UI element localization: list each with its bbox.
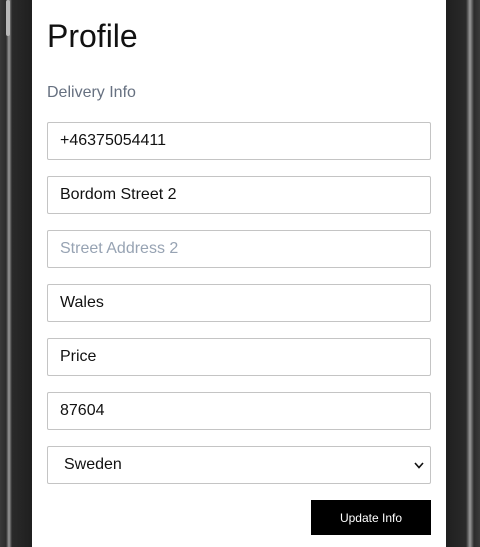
profile-panel: Profile Delivery Info Sweden Update Info [32, 0, 446, 547]
region-input[interactable] [47, 338, 431, 376]
phone-input[interactable] [47, 122, 431, 160]
app-window: Profile Delivery Info Sweden Update Info [0, 0, 480, 547]
city-input[interactable] [47, 284, 431, 322]
page-title: Profile [47, 18, 138, 54]
scrollbar-thumb[interactable] [6, 0, 10, 36]
update-info-button[interactable]: Update Info [311, 500, 431, 535]
left-frame [0, 0, 32, 547]
right-frame [446, 0, 480, 547]
street-address-1-input[interactable] [47, 176, 431, 214]
street-address-2-input[interactable] [47, 230, 431, 268]
country-select[interactable]: Sweden [47, 446, 431, 484]
postal-code-input[interactable] [47, 392, 431, 430]
country-select-value: Sweden [64, 456, 122, 473]
chevron-down-icon [414, 460, 424, 470]
section-label: Delivery Info [47, 84, 136, 101]
